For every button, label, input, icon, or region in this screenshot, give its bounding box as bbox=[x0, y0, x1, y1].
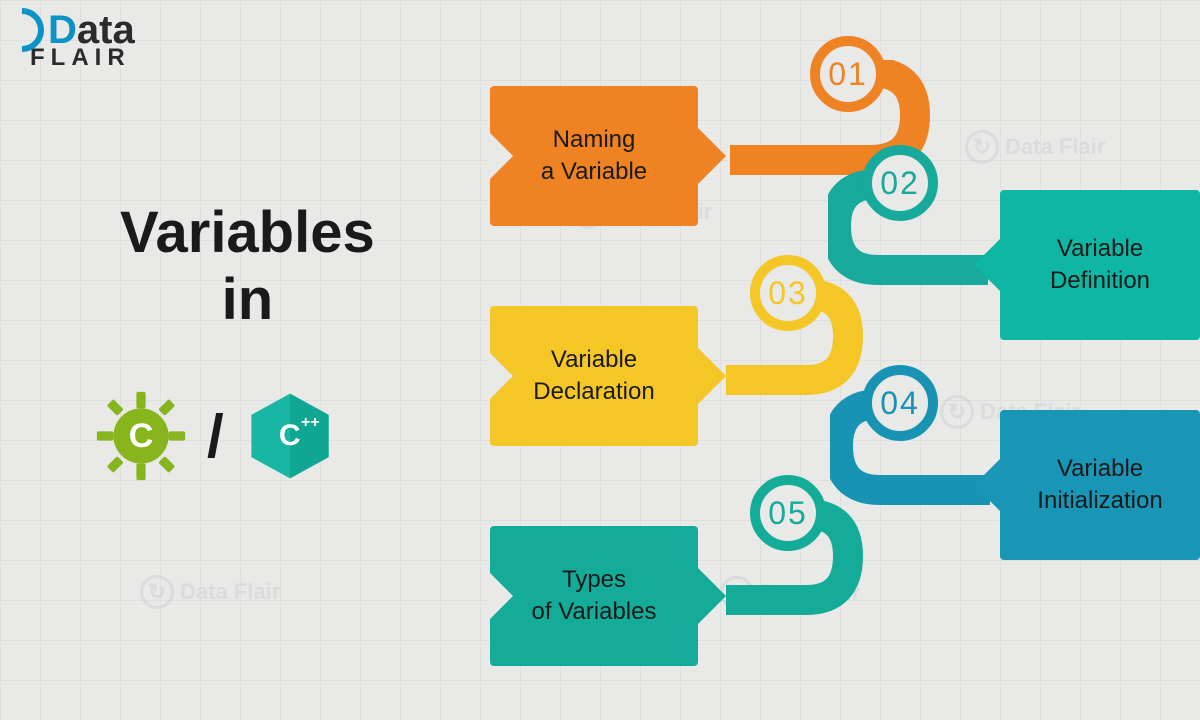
step-number-2: 02 bbox=[862, 145, 938, 221]
card-naming-variable: Naming a Variable bbox=[490, 86, 698, 226]
card-label: Variable Initialization bbox=[1037, 453, 1162, 518]
title-line2: in bbox=[120, 267, 375, 334]
logo-subtext: FLAIR bbox=[30, 46, 135, 70]
step-number-5: 05 bbox=[750, 475, 826, 551]
c-gear-icon: C bbox=[95, 390, 187, 482]
slash: / bbox=[207, 402, 224, 471]
language-row: C / C ++ bbox=[95, 390, 336, 482]
card-label: Naming a Variable bbox=[541, 124, 647, 189]
card-variable-definition: Variable Definition bbox=[1000, 190, 1200, 340]
card-label: Variable Definition bbox=[1050, 233, 1150, 298]
card-variable-declaration: Variable Declaration bbox=[490, 306, 698, 446]
dataflair-logo: D ata FLAIR bbox=[0, 8, 135, 70]
card-label: Variable Declaration bbox=[533, 344, 654, 409]
page-title: Variables in bbox=[120, 200, 375, 333]
card-types-of-variables: Types of Variables bbox=[490, 526, 698, 666]
cpp-letter: C bbox=[279, 419, 301, 453]
step-number-4: 04 bbox=[862, 365, 938, 441]
card-variable-initialization: Variable Initialization bbox=[1000, 410, 1200, 560]
step-number-3: 03 bbox=[750, 255, 826, 331]
cpp-hex-icon: C ++ bbox=[244, 390, 336, 482]
title-line1: Variables bbox=[120, 200, 375, 267]
cpp-plusplus: ++ bbox=[301, 414, 320, 432]
watermark: ↻Data Flair bbox=[965, 130, 1105, 164]
card-label: Types of Variables bbox=[532, 564, 657, 629]
watermark: ↻Data Flair bbox=[140, 575, 280, 609]
c-letter: C bbox=[129, 417, 154, 456]
step-number-1: 01 bbox=[810, 36, 886, 112]
